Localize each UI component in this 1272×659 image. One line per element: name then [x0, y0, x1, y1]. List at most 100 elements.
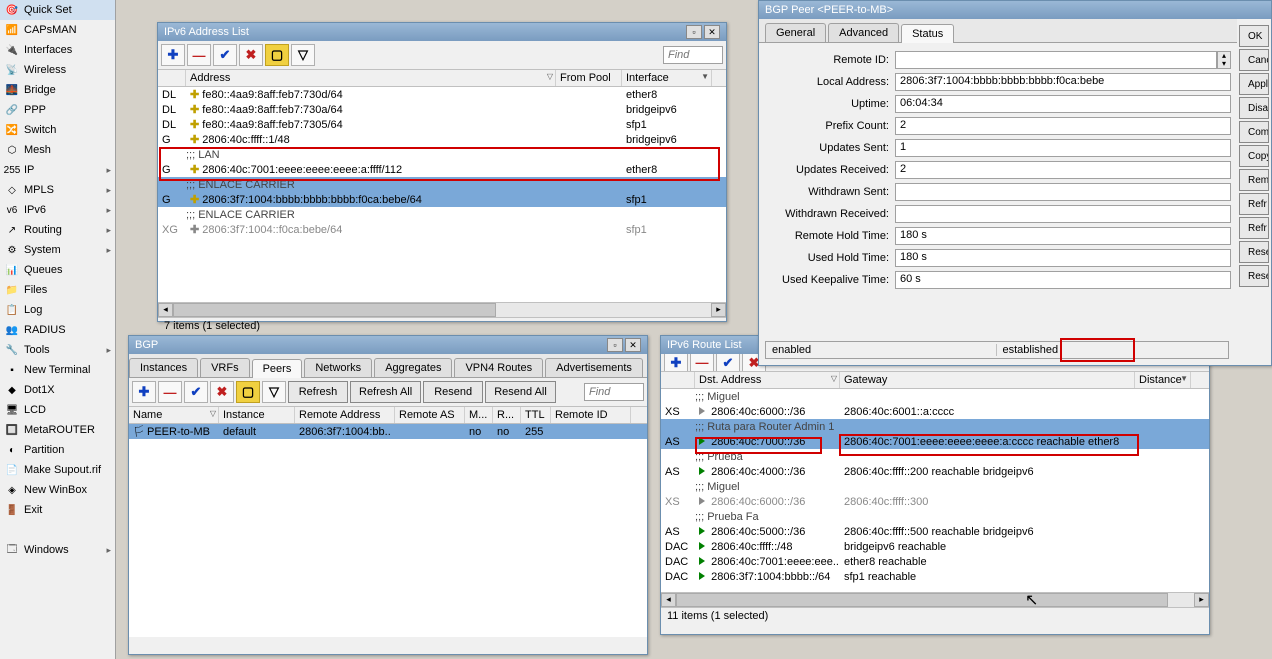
col-m-[interactable]: M... [465, 407, 493, 423]
comment-button[interactable]: ▢ [236, 381, 260, 403]
sidebar-item-quick-set[interactable]: 🎯Quick Set [0, 0, 115, 20]
sidebar-item-tools[interactable]: 🔧Tools▸ [0, 340, 115, 360]
tab-advanced[interactable]: Advanced [828, 23, 899, 42]
minimize-button[interactable]: ▫ [607, 338, 623, 352]
comment-button[interactable]: Comm [1239, 121, 1269, 143]
add-button[interactable]: ✚ [664, 354, 688, 372]
disable-button[interactable]: ✖ [239, 44, 263, 66]
field-value[interactable]: 180 s [895, 249, 1231, 267]
col-frompool[interactable]: From Pool [556, 70, 622, 86]
hscrollbar[interactable]: ◂▸ [158, 302, 726, 317]
sidebar-item-partition[interactable]: ◐Partition [0, 440, 115, 460]
route-row[interactable]: XS 2806:40c:6000::/362806:40c:6001::a:cc… [661, 404, 1209, 419]
sidebar-item-lcd[interactable]: 🖥LCD [0, 400, 115, 420]
sidebar-item-wireless[interactable]: 📡Wireless [0, 60, 115, 80]
field-value[interactable]: 180 s [895, 227, 1231, 245]
sidebar-item-log[interactable]: 📋Log [0, 300, 115, 320]
sidebar-item-mpls[interactable]: ◇MPLS▸ [0, 180, 115, 200]
find-input[interactable] [584, 383, 644, 401]
resend-button[interactable]: Resend [423, 381, 483, 403]
col-remote-id[interactable]: Remote ID [551, 407, 631, 423]
filter-button[interactable]: ▽ [291, 44, 315, 66]
route-row[interactable]: DAC 2806:40c:ffff::/48bridgeipv6 reachab… [661, 539, 1209, 554]
col-instance[interactable]: Instance [219, 407, 295, 423]
sidebar-item-ip[interactable]: 255IP▸ [0, 160, 115, 180]
minimize-button[interactable]: ▫ [686, 25, 702, 39]
resend-button[interactable]: Rese [1239, 241, 1269, 263]
hscrollbar[interactable]: ◂▸ [661, 592, 1209, 607]
sidebar-item-new-winbox[interactable]: ◈New WinBox [0, 480, 115, 500]
field-value[interactable] [895, 205, 1231, 223]
spin-button[interactable]: ▴▾ [1217, 51, 1231, 69]
tab-status[interactable]: Status [901, 24, 954, 43]
sidebar-item-metarouter[interactable]: 🔲MetaROUTER [0, 420, 115, 440]
resend-all-button[interactable]: Resend All [485, 381, 556, 403]
enable-button[interactable]: ✔ [184, 381, 208, 403]
refresh-all-button[interactable]: Refr [1239, 217, 1269, 239]
sidebar-item-new-terminal[interactable]: ▪New Terminal [0, 360, 115, 380]
tab-instances[interactable]: Instances [129, 358, 198, 377]
tab-aggregates[interactable]: Aggregates [374, 358, 452, 377]
remove-button[interactable]: Remo [1239, 169, 1269, 191]
sidebar-item-ipv6[interactable]: v6IPv6▸ [0, 200, 115, 220]
col-gw[interactable]: Gateway [840, 372, 1135, 388]
tab-vpn4-routes[interactable]: VPN4 Routes [454, 358, 543, 377]
field-value[interactable]: 2 [895, 117, 1231, 135]
address-row[interactable]: G✚ 2806:3f7:1004:bbbb:bbbb:bbbb:f0ca:beb… [158, 192, 726, 207]
titlebar[interactable]: IPv6 Address List ▫ ✕ [158, 23, 726, 41]
filter-button[interactable]: ▽ [262, 381, 286, 403]
copy-button[interactable]: Copy [1239, 145, 1269, 167]
comment-button[interactable]: ▢ [265, 44, 289, 66]
remove-button[interactable]: — [158, 381, 182, 403]
sidebar-item-routing[interactable]: ↗Routing▸ [0, 220, 115, 240]
sidebar-item-ppp[interactable]: 🔗PPP [0, 100, 115, 120]
refresh-button[interactable]: Refr [1239, 193, 1269, 215]
sidebar-item-capsman[interactable]: 📶CAPsMAN [0, 20, 115, 40]
col-flags[interactable] [158, 70, 186, 86]
col-ttl[interactable]: TTL [521, 407, 551, 423]
col-name[interactable]: Name▽ [129, 407, 219, 423]
field-value[interactable] [895, 183, 1231, 201]
resend-all-button[interactable]: Rese [1239, 265, 1269, 287]
address-row[interactable]: XG✚ 2806:3f7:1004::f0ca:bebe/64sfp1 [158, 222, 726, 237]
address-row[interactable]: DL✚ fe80::4aa9:8aff:feb7:730d/64ether8 [158, 87, 726, 102]
remove-button[interactable]: — [187, 44, 211, 66]
field-value[interactable] [895, 51, 1217, 69]
sidebar-item-bridge[interactable]: 🌉Bridge [0, 80, 115, 100]
col-r-[interactable]: R... [493, 407, 521, 423]
col-dist[interactable]: Distance▼ [1135, 372, 1191, 388]
route-row[interactable]: AS 2806:40c:5000::/362806:40c:ffff::500 … [661, 524, 1209, 539]
address-row[interactable]: G✚ 2806:40c:7001:eeee:eeee:eeee:a:ffff/1… [158, 162, 726, 177]
field-value[interactable]: 2806:3f7:1004:bbbb:bbbb:bbbb:f0ca:bebe [895, 73, 1231, 91]
peer-row[interactable]: 🏳 PEER-to-MB default 2806:3f7:1004:bb.. … [129, 424, 647, 439]
col-flags[interactable] [661, 372, 695, 388]
sidebar-item-radius[interactable]: 👥RADIUS [0, 320, 115, 340]
find-input[interactable] [663, 46, 723, 64]
col-remote-address[interactable]: Remote Address [295, 407, 395, 423]
tab-networks[interactable]: Networks [304, 358, 372, 377]
field-value[interactable]: 60 s [895, 271, 1231, 289]
titlebar[interactable]: BGP Peer <PEER-to-MB> [759, 1, 1271, 19]
sidebar-item-mesh[interactable]: ⬡Mesh [0, 140, 115, 160]
add-button[interactable]: ✚ [132, 381, 156, 403]
address-row[interactable]: DL✚ fe80::4aa9:8aff:feb7:7305/64sfp1 [158, 117, 726, 132]
apply-button[interactable]: Appl [1239, 73, 1269, 95]
route-row[interactable]: XS 2806:40c:6000::/362806:40c:ffff::300 [661, 494, 1209, 509]
sidebar-item-exit[interactable]: 🚪Exit [0, 500, 115, 520]
address-row[interactable]: G✚ 2806:40c:ffff::1/48bridgeipv6 [158, 132, 726, 147]
sidebar-item-interfaces[interactable]: 🔌Interfaces [0, 40, 115, 60]
refresh-all-button[interactable]: Refresh All [350, 381, 421, 403]
tab-general[interactable]: General [765, 23, 826, 42]
enable-button[interactable]: ✔ [716, 354, 740, 372]
route-row[interactable]: DAC 2806:3f7:1004:bbbb::/64sfp1 reachabl… [661, 569, 1209, 584]
route-row[interactable]: DAC 2806:40c:7001:eeee:eee..ether8 reach… [661, 554, 1209, 569]
col-address[interactable]: Address▽ [186, 70, 556, 86]
sidebar-item-queues[interactable]: 📊Queues [0, 260, 115, 280]
remove-button[interactable]: — [690, 354, 714, 372]
col-interface[interactable]: Interface▼ [622, 70, 712, 86]
titlebar[interactable]: BGP ▫ ✕ [129, 336, 647, 354]
col-remote-as[interactable]: Remote AS [395, 407, 465, 423]
enable-button[interactable]: ✔ [213, 44, 237, 66]
route-row[interactable]: AS 2806:40c:4000::/362806:40c:ffff::200 … [661, 464, 1209, 479]
sidebar-item-make-supout.rif[interactable]: 📄Make Supout.rif [0, 460, 115, 480]
